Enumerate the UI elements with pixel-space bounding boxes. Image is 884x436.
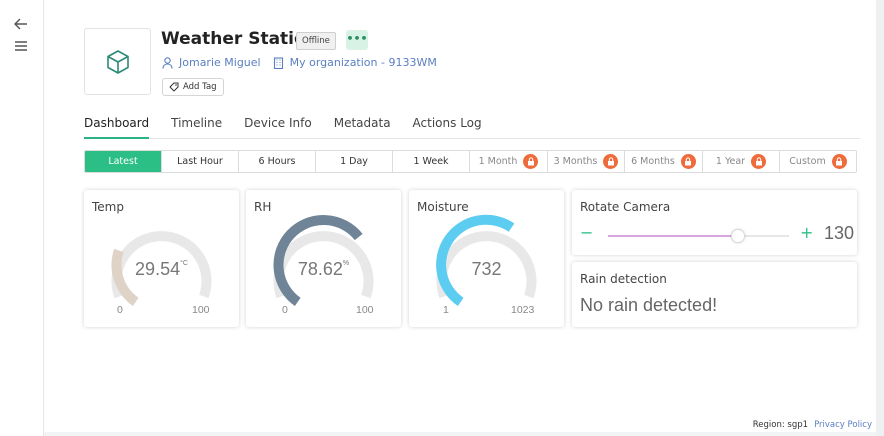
range-label: 1 Day <box>340 156 368 167</box>
slider-fill <box>608 235 739 237</box>
rain-status: No rain detected! <box>580 295 718 315</box>
device-avatar <box>84 28 151 95</box>
increase-button[interactable]: + <box>800 225 813 241</box>
camera-slider-row: − + 130 <box>580 223 854 244</box>
moisture-widget: Moisture 732 1 1023 <box>409 190 564 327</box>
range-label: 3 Months <box>553 156 598 167</box>
tab-timeline[interactable]: Timeline <box>171 114 222 139</box>
add-tag-button[interactable]: Add Tag <box>162 78 224 96</box>
lock-icon <box>751 154 767 169</box>
range-label: 1 Year <box>715 156 746 167</box>
owner-link[interactable]: Jomarie Miguel <box>162 56 261 69</box>
gauge-min: 0 <box>282 304 288 316</box>
tab-dashboard[interactable]: Dashboard <box>84 114 150 139</box>
rh-widget: RH 78.62% 0 100 <box>246 190 401 327</box>
privacy-policy-link[interactable]: Privacy Policy <box>814 420 872 430</box>
tab-actions-log[interactable]: Actions Log <box>413 114 482 139</box>
time-range-selector: Latest Last Hour 6 Hours 1 Day 1 Week 1 … <box>84 150 857 173</box>
slider-track[interactable] <box>608 229 789 243</box>
back-arrow-icon[interactable] <box>13 16 29 32</box>
gauge-max: 100 <box>356 304 374 316</box>
range-label: Last Hour <box>177 156 223 167</box>
range-1-week[interactable]: 1 Week <box>393 151 470 172</box>
scrollbar[interactable] <box>876 0 884 436</box>
range-label: 6 Months <box>631 156 675 167</box>
region-label: Region: sgp1 <box>752 420 809 430</box>
range-3-months[interactable]: 3 Months <box>548 151 625 172</box>
range-label: 6 Hours <box>258 156 296 167</box>
widget-title: Rain detection <box>580 272 667 286</box>
organization-name: My organization - 9133WM <box>289 56 437 69</box>
device-meta: Jomarie Miguel My organization - 9133WM <box>162 56 449 69</box>
gauge-max: 100 <box>192 304 210 316</box>
status-badge: Offline <box>296 32 336 50</box>
rain-detection-widget: Rain detection No rain detected! <box>572 262 857 327</box>
device-page: Weather Station Offline ••• Jomarie Migu… <box>44 0 876 432</box>
range-1-month[interactable]: 1 Month <box>470 151 548 172</box>
lock-icon <box>831 154 847 169</box>
lock-icon <box>603 154 619 169</box>
device-title: Weather Station <box>161 29 318 49</box>
slider-handle[interactable] <box>731 229 746 243</box>
gauge-max: 1023 <box>511 304 535 316</box>
owner-name: Jomarie Miguel <box>179 56 261 69</box>
range-last-hour[interactable]: Last Hour <box>162 151 239 172</box>
gauge-min: 1 <box>443 304 449 316</box>
building-icon <box>273 56 283 69</box>
range-latest[interactable]: Latest <box>85 151 162 172</box>
gauge-value: 732 <box>471 259 502 279</box>
tab-device-info[interactable]: Device Info <box>244 114 312 139</box>
range-label: Custom <box>789 156 826 167</box>
range-1-day[interactable]: 1 Day <box>316 151 393 172</box>
gauge-min: 0 <box>117 304 123 316</box>
range-label: 1 Week <box>413 156 449 167</box>
widget-title: Rotate Camera <box>580 200 671 214</box>
lock-icon <box>523 154 539 169</box>
add-tag-label: Add Tag <box>183 82 217 92</box>
menu-icon[interactable] <box>13 38 29 54</box>
gauge-value: 29.54°C <box>135 259 188 279</box>
lock-icon <box>680 154 696 169</box>
range-label: 1 Month <box>478 156 518 167</box>
user-icon <box>162 56 173 69</box>
range-6-months[interactable]: 6 Months <box>625 151 703 172</box>
more-options-button[interactable]: ••• <box>346 30 368 50</box>
range-6-hours[interactable]: 6 Hours <box>239 151 316 172</box>
range-custom[interactable]: Custom <box>780 151 856 172</box>
temp-widget: Temp 29.54°C 0 100 <box>84 190 239 327</box>
gauge-value: 78.62% <box>297 259 350 279</box>
footer: Region: sgp1 Privacy Policy <box>753 420 872 430</box>
camera-value: 130 <box>824 223 855 243</box>
rotate-camera-widget: Rotate Camera − + 130 <box>572 190 857 255</box>
cube-icon <box>106 49 129 74</box>
organization-link[interactable]: My organization - 9133WM <box>273 56 437 69</box>
tag-icon <box>169 82 179 92</box>
left-rail <box>0 0 44 436</box>
decrease-button[interactable]: − <box>580 225 593 241</box>
tab-bar: Dashboard Timeline Device Info Metadata … <box>84 114 860 139</box>
range-1-year[interactable]: 1 Year <box>703 151 780 172</box>
range-label: Latest <box>108 156 138 167</box>
tab-metadata[interactable]: Metadata <box>334 114 391 139</box>
